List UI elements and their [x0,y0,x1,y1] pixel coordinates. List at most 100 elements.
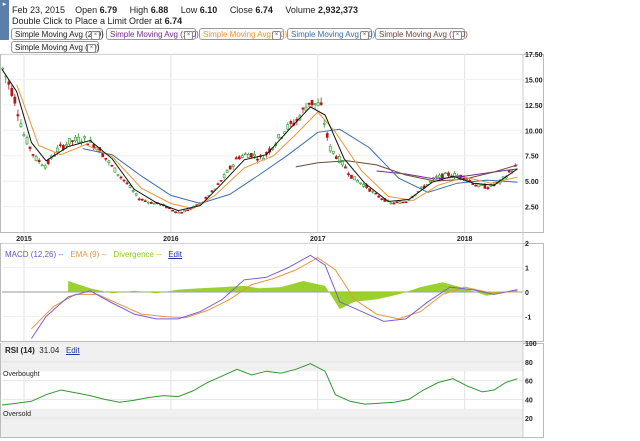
candle-up [489,183,493,187]
candle-down [334,156,338,159]
macd-tick-label: -1 [525,315,531,322]
candle-up [113,167,117,173]
candle-down [404,201,408,204]
candle-up [398,201,402,204]
candle-up [359,182,362,185]
sma-10-button[interactable]: Simple Moving Avg (10) × [11,41,99,53]
candle-up [304,106,308,112]
sma-50-line [82,128,518,205]
price-tick-label: 17.50 [525,52,543,59]
candle-up [386,200,390,202]
candle-up [371,190,375,193]
close-icon[interactable]: × [453,31,462,40]
price-tick-label: 15.00 [525,77,543,84]
candle-up [277,134,281,139]
candle-up [247,153,250,158]
candle-up [450,175,453,178]
candle-up [501,176,505,179]
candle-up [198,202,202,205]
chart-root: ▸ Feb 23, 2015 Open 6.79 High 6.88 Low 6… [0,0,640,441]
candle-up [243,153,247,156]
candle-down [7,81,11,85]
rsi-tick-label: 80 [525,360,533,367]
candle-down [507,170,511,173]
candle-up [271,147,274,150]
candle-down [92,144,96,149]
rsi-panel-frame [0,343,544,438]
candle-down [228,165,232,170]
candle-up [480,184,484,186]
candle-up [465,179,469,181]
candle-up [389,202,393,205]
candle-up [286,124,290,130]
high-value: 6.88 [150,5,169,15]
rsi-value: 31.04 [39,346,60,355]
candle-down [325,133,329,138]
sma-100-button[interactable]: Simple Moving Avg (100) × [375,28,468,40]
close-icon[interactable]: × [272,31,281,40]
sma-20-button[interactable]: Simple Moving Avg (20) × [199,28,287,40]
year-tick-label: 2017 [310,236,326,243]
candle-up [510,170,514,173]
year-tick-label: 2018 [457,236,473,243]
chart-canvas[interactable]: 17.5015.0012.5010.007.505.002.502015 2016… [0,0,640,441]
candle-down [168,207,171,210]
arrow-icon: ▸ [2,1,7,8]
sma-10-line [1,69,518,212]
ema-value: -- [101,250,107,259]
candle-up [425,183,429,186]
candle-up [43,165,47,169]
side-panel-toggle[interactable]: ▸ [0,0,9,40]
close-icon[interactable]: × [184,31,193,40]
candle-up [498,179,502,184]
candle-up [222,174,226,178]
sma-50-button[interactable]: Simple Moving Avg (50) × [287,28,375,40]
overbought-label: Overbought [3,371,40,378]
candle-up [298,115,302,121]
candle-up [162,203,165,207]
candle-up [444,172,447,175]
candle-up [337,156,341,164]
candle-down [468,180,472,182]
candle-down [301,107,305,110]
close-icon[interactable]: × [360,31,369,40]
limit-order-hint: Double Click to Place a Limit Order at 6… [12,16,182,26]
divergence-label: Divergence [113,250,154,259]
candle-up [65,144,68,147]
close-icon[interactable]: × [87,44,96,53]
macd-ema-line [31,257,518,330]
candle-down [31,154,35,156]
candle-up [183,210,187,213]
candle-down [234,157,238,160]
candle-down [265,151,268,155]
candle-up [55,147,59,152]
candle-down [237,156,241,160]
candle-down [462,175,466,180]
candle-up [316,102,320,107]
candle-up [262,157,265,161]
quote-line: Feb 23, 2015 Open 6.79 High 6.88 Low 6.1… [12,5,358,15]
macd-label: MACD (12,26) [5,250,57,259]
rsi-label: RSI (14) [5,346,35,355]
sma-150-button[interactable]: Simple Moving Avg (150) × [106,28,199,40]
sma-200-button[interactable]: Simple Moving Avg (200) × [11,28,104,40]
candle-down [268,148,271,153]
rsi-edit-link[interactable]: Edit [66,346,80,355]
candle-down [186,209,190,212]
macd-edit-link[interactable]: Edit [168,250,182,259]
candle-down [219,180,223,182]
candle-down [110,164,114,167]
candle-down [495,181,499,184]
candle-down [16,114,20,117]
candle-up [225,170,229,173]
candle-down [392,202,396,205]
limit-order-text: Double Click to Place a Limit Order at [12,16,163,26]
candle-down [422,185,426,189]
candle-up [328,145,332,152]
candle-down [46,159,50,165]
candle-down [86,143,90,146]
macd-tick-label: 0 [525,290,529,297]
close-icon[interactable]: × [91,31,100,40]
candle-down [140,198,144,201]
candle-up [313,103,317,105]
